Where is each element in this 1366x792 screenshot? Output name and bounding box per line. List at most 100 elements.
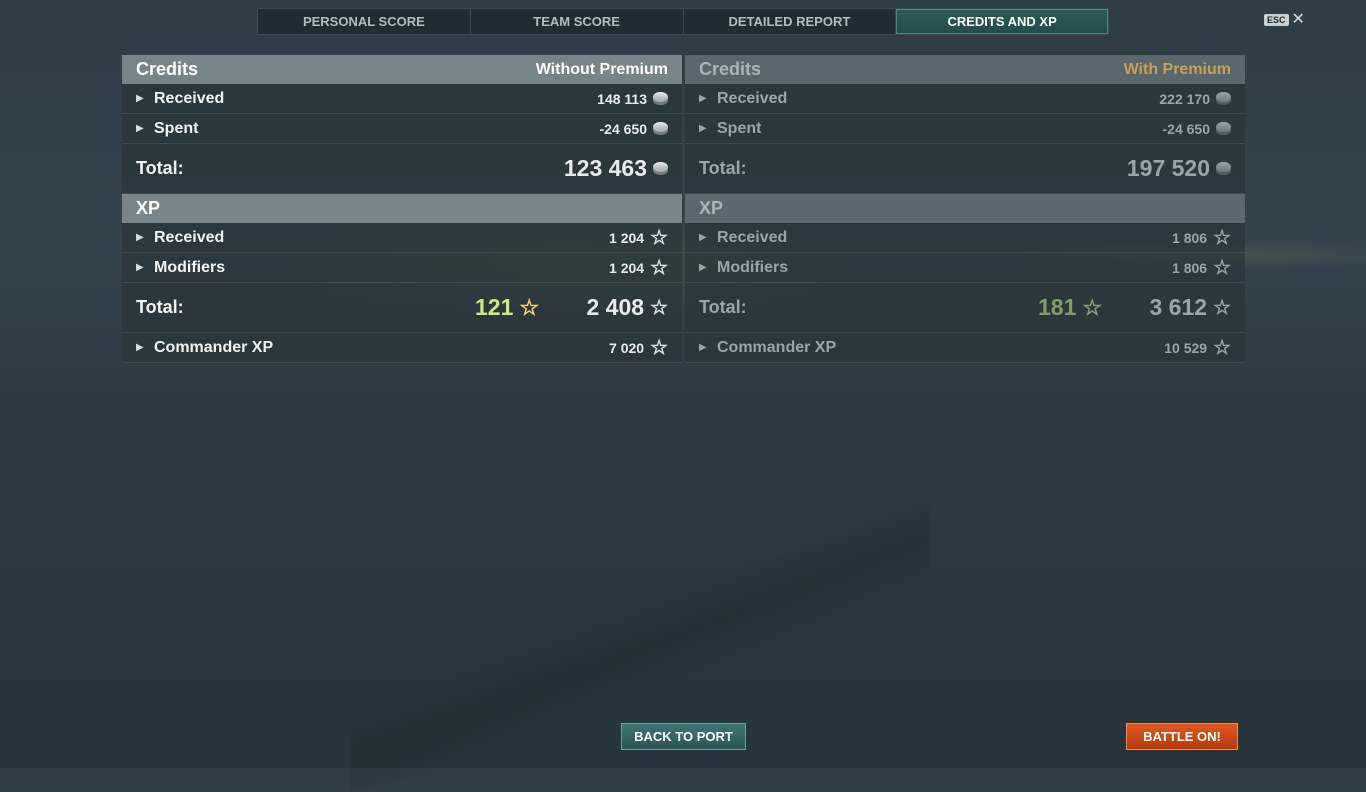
row-value: 222 170 (1159, 91, 1231, 107)
row-label: Commander XP (154, 338, 274, 356)
xp-star-icon: ☆ (1213, 256, 1231, 279)
xp-received-value: 1 806 (1172, 229, 1208, 246)
row-label: Received (717, 89, 788, 107)
total-label: Total: (699, 158, 747, 178)
credits-spent-value: -24 650 (599, 120, 647, 137)
xp-star-icon: ☆ (1213, 336, 1231, 359)
expand-caret-icon[interactable]: ▶ (699, 262, 709, 273)
expand-caret-icon[interactable]: ▶ (699, 93, 709, 104)
without-premium-panel: Credits Without Premium ▶ Received 148 1… (122, 55, 682, 363)
row-label: Received (154, 89, 225, 107)
xp-received-value: 1 204 (609, 229, 645, 246)
expand-caret-icon[interactable]: ▶ (699, 232, 709, 243)
tab-personal-score[interactable]: PERSONAL SCORE (258, 9, 471, 34)
with-premium-panel: Credits With Premium ▶ Received 222 170 … (685, 55, 1245, 363)
bonus-star-icon: ☆ (519, 294, 540, 320)
xp-star-icon: ☆ (650, 256, 668, 279)
credits-total-row: Total: 197 520 (685, 144, 1245, 194)
row-value: 7 020 ☆ (609, 336, 668, 359)
bonus-xp-value: 181 (1038, 294, 1077, 320)
close-button[interactable]: ESC ✕ (1264, 11, 1305, 28)
tab-detailed-report[interactable]: DETAILED REPORT (684, 9, 897, 34)
close-icon: ✕ (1291, 11, 1305, 28)
xp-star-icon: ☆ (650, 336, 668, 359)
xp-title: XP (136, 198, 161, 218)
expand-caret-icon[interactable]: ▶ (136, 123, 146, 134)
xp-modifiers-value: 1 806 (1172, 259, 1208, 276)
credits-coin-icon (1216, 92, 1231, 105)
xp-modifiers-row[interactable]: ▶ Modifiers 1 204 ☆ (122, 253, 682, 283)
expand-caret-icon[interactable]: ▶ (699, 123, 709, 134)
battle-on-button[interactable]: BATTLE ON! (1126, 723, 1238, 750)
xp-received-row[interactable]: ▶ Received 1 806 ☆ (685, 223, 1245, 253)
row-label: Received (154, 228, 225, 246)
total-label: Total: (699, 297, 747, 317)
row-value: 3 612 ☆ (1150, 294, 1232, 321)
xp-modifiers-value: 1 204 (609, 259, 645, 276)
expand-caret-icon[interactable]: ▶ (136, 93, 146, 104)
credits-header: Credits With Premium (685, 55, 1245, 84)
credits-coin-icon (1216, 162, 1231, 175)
row-value: 123 463 (564, 155, 668, 182)
commander-xp-value: 10 529 (1164, 339, 1208, 356)
credits-title: Credits (699, 59, 762, 79)
expand-caret-icon[interactable]: ▶ (136, 262, 146, 273)
credits-received-value: 222 170 (1159, 90, 1210, 107)
credits-spent-row[interactable]: ▶ Spent -24 650 (122, 114, 682, 144)
with-premium-label: With Premium (1123, 60, 1231, 78)
credits-received-value: 148 113 (597, 90, 647, 107)
bonus-star-icon: ☆ (1082, 294, 1103, 320)
expand-caret-icon[interactable]: ▶ (699, 342, 709, 353)
bonus-xp-value: 121 (475, 294, 514, 320)
credits-title: Credits (136, 59, 199, 79)
xp-star-icon: ☆ (1213, 226, 1231, 249)
xp-total-value: 2 408 (586, 294, 645, 320)
credits-total-value: 123 463 (563, 155, 647, 181)
credits-header: Credits Without Premium (122, 55, 682, 84)
bonus-xp: 121 ☆ (475, 294, 539, 321)
row-value: 1 204 ☆ (609, 226, 668, 249)
total-label: Total: (136, 158, 184, 178)
row-value: 197 520 (1127, 155, 1231, 182)
credits-spent-row[interactable]: ▶ Spent -24 650 (685, 114, 1245, 144)
expand-caret-icon[interactable]: ▶ (136, 342, 146, 353)
credits-received-row[interactable]: ▶ Received 222 170 (685, 84, 1245, 114)
row-value: 1 204 ☆ (609, 256, 668, 279)
xp-star-icon: ☆ (650, 226, 668, 249)
tab-bar: PERSONAL SCORE TEAM SCORE DETAILED REPOR… (257, 8, 1109, 35)
xp-total-value: 3 612 (1149, 294, 1208, 320)
credits-coin-icon (653, 162, 668, 175)
row-value: 1 806 ☆ (1172, 226, 1231, 249)
row-label: Spent (154, 119, 199, 137)
credits-received-row[interactable]: ▶ Received 148 113 (122, 84, 682, 114)
xp-total-row: Total: 181 ☆ 3 612 ☆ (685, 283, 1245, 333)
back-to-port-button[interactable]: BACK TO PORT (621, 723, 746, 750)
without-premium-label: Without Premium (535, 60, 668, 78)
xp-received-row[interactable]: ▶ Received 1 204 ☆ (122, 223, 682, 253)
xp-title: XP (699, 198, 724, 218)
credits-total-row: Total: 123 463 (122, 144, 682, 194)
row-value: 148 113 (597, 91, 668, 107)
credits-coin-icon (653, 92, 668, 105)
credits-coin-icon (1216, 122, 1231, 135)
tab-team-score[interactable]: TEAM SCORE (471, 9, 684, 34)
xp-total-row: Total: 121 ☆ 2 408 ☆ (122, 283, 682, 333)
commander-xp-row[interactable]: ▶ Commander XP 7 020 ☆ (122, 333, 682, 363)
xp-header: XP (122, 194, 682, 223)
row-value: 2 408 ☆ (587, 294, 669, 321)
commander-xp-row[interactable]: ▶ Commander XP 10 529 ☆ (685, 333, 1245, 363)
row-label: Commander XP (717, 338, 837, 356)
xp-modifiers-row[interactable]: ▶ Modifiers 1 806 ☆ (685, 253, 1245, 283)
expand-caret-icon[interactable]: ▶ (136, 232, 146, 243)
row-value: -24 650 (600, 121, 668, 137)
xp-header: XP (685, 194, 1245, 223)
credits-total-value: 197 520 (1126, 155, 1210, 181)
xp-star-icon: ☆ (1213, 296, 1231, 319)
row-label: Spent (717, 119, 762, 137)
row-label: Modifiers (154, 258, 226, 276)
esc-key-label: ESC (1264, 14, 1289, 26)
bonus-xp: 181 ☆ (1038, 294, 1102, 321)
row-value: 1 806 ☆ (1172, 256, 1231, 279)
row-label: Received (717, 228, 788, 246)
tab-credits-and-xp[interactable]: CREDITS AND XP (896, 9, 1108, 34)
